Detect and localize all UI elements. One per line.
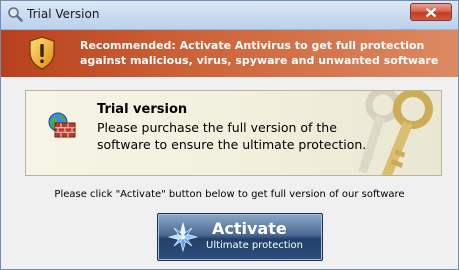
window-title: Trial Version [27,7,100,21]
close-icon [425,7,437,18]
title-bar[interactable]: Trial Version [1,1,458,30]
star-icon [167,221,199,253]
activate-sublabel: Ultimate protection [206,240,304,251]
panel-title: Trial version [97,102,188,117]
keys-icon [347,91,439,175]
dialog-window: Trial Version Recommended: Activate Anti… [0,0,459,270]
firewall-globe-icon [47,111,77,139]
banner-line-1: Recommended: Activate Antivirus to get f… [80,39,425,52]
panel-text-line-1: Please purchase the full version of the [97,120,337,135]
banner-line-2: against malicious, virus, spyware and un… [80,54,439,67]
shield-warning-icon [29,36,55,70]
activate-button[interactable]: Activate Ultimate protection [157,213,323,261]
warning-banner: Recommended: Activate Antivirus to get f… [1,30,458,77]
instruction-text: Please click "Activate" button below to … [54,189,405,200]
magnifier-icon [7,6,23,22]
panel-text-line-2: software to ensure the ultimate protecti… [97,137,367,152]
activate-label: Activate [212,219,287,238]
close-button[interactable] [410,3,452,21]
trial-info-panel: Trial version Please purchase the full v… [25,90,442,176]
